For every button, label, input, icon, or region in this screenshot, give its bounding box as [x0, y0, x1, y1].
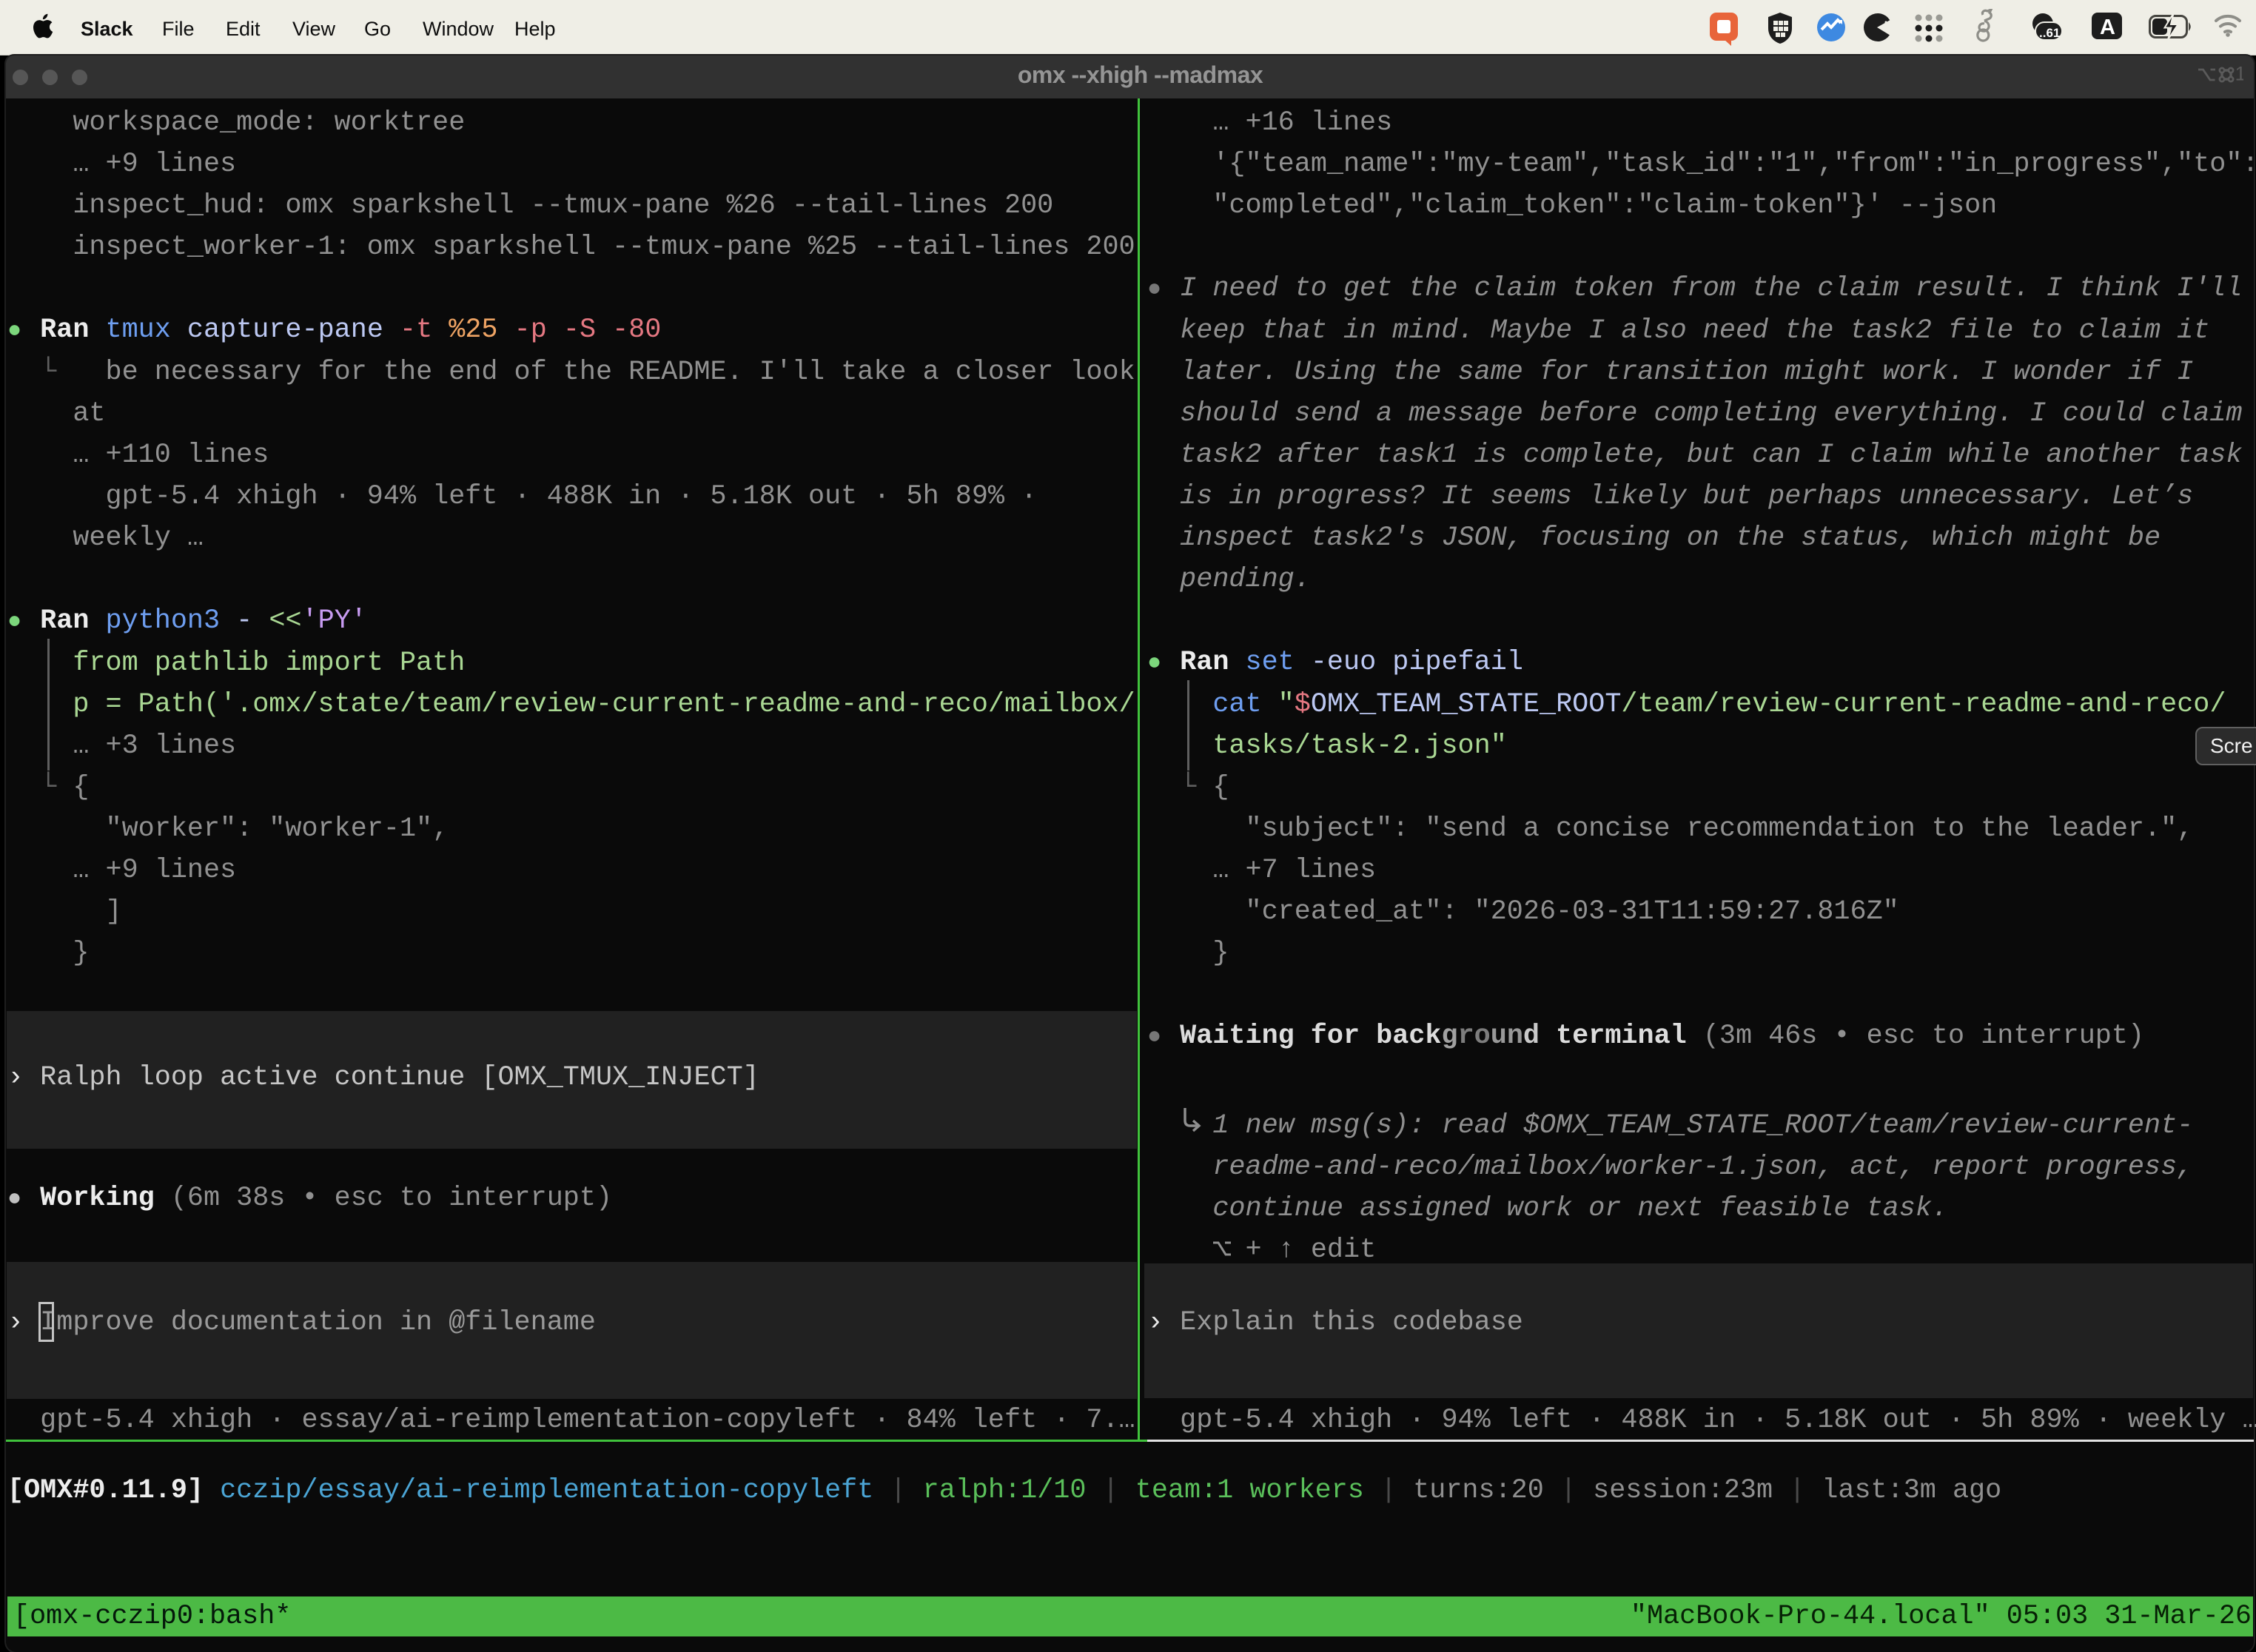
svg-text:..61: ..61: [2039, 26, 2060, 40]
svg-text:1: 1: [2235, 67, 2244, 83]
svg-text:A: A: [2100, 16, 2115, 39]
